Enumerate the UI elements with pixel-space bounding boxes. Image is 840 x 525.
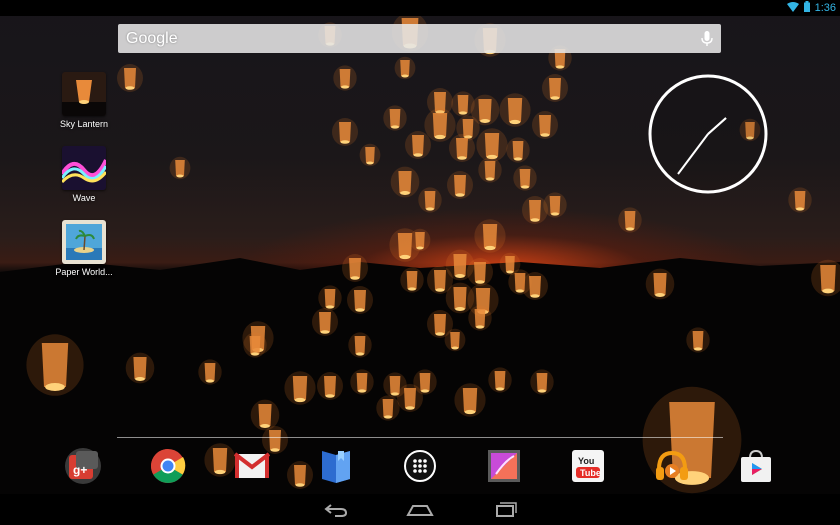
battery-icon (803, 0, 810, 17)
sky-lantern (542, 74, 568, 102)
shortcut-label: Sky Lantern (59, 119, 109, 129)
wifi-icon (786, 0, 799, 17)
sky-lantern (350, 369, 374, 395)
sky-lantern (318, 285, 342, 311)
sky-lantern (287, 461, 313, 489)
sky-lantern (400, 267, 424, 293)
gallery-icon[interactable] (484, 446, 524, 486)
sky-lantern (418, 187, 442, 213)
sky-lantern (618, 207, 642, 233)
sky-lantern (26, 334, 84, 396)
dock-divider (117, 437, 723, 438)
sky-lantern (390, 166, 420, 198)
sky-lantern (468, 305, 492, 331)
google-plus-icon[interactable]: g+ (63, 446, 103, 486)
back-icon[interactable] (321, 500, 351, 520)
sky-lantern (506, 137, 530, 163)
home-icon[interactable] (405, 500, 435, 520)
sky-lantern (317, 372, 343, 400)
sky-lantern (530, 369, 554, 395)
google-logo-text[interactable]: Google (126, 30, 178, 48)
recent-apps-icon[interactable] (490, 500, 520, 520)
youtube-tube-text: Tube (580, 468, 601, 478)
sky-lantern (449, 134, 475, 162)
sky-lantern (811, 259, 840, 297)
sky-lantern (405, 131, 431, 159)
sky-lantern (499, 93, 531, 127)
wave-icon[interactable] (62, 146, 106, 190)
sky-lantern (312, 308, 338, 336)
shortcut-sky-lantern[interactable]: Sky Lantern (49, 72, 119, 129)
sky-lantern (125, 352, 155, 384)
sky-lantern (383, 105, 407, 131)
play-music-icon[interactable] (652, 446, 692, 486)
sky-lantern-icon[interactable] (62, 72, 106, 116)
sky-lantern (522, 272, 548, 300)
sky-lantern (117, 64, 143, 92)
sky-lantern (394, 56, 416, 80)
sky-lantern (522, 196, 548, 224)
sky-lantern (284, 371, 316, 405)
sky-lantern (532, 111, 558, 139)
shortcut-paper-world[interactable]: Paper World... (49, 220, 119, 277)
play-store-icon[interactable] (736, 446, 776, 486)
gplus-text: g+ (73, 463, 87, 477)
sky-lantern (478, 157, 502, 183)
navigation-bar (0, 494, 840, 525)
sky-lantern (347, 286, 373, 314)
sky-lantern (788, 187, 812, 213)
sky-lantern (444, 328, 466, 352)
status-bar: 1:36 (0, 0, 840, 16)
sky-lantern (250, 399, 280, 431)
shortcut-wave[interactable]: Wave (49, 146, 119, 203)
sky-lantern (474, 219, 506, 253)
shortcut-label: Wave (72, 193, 96, 203)
sky-lantern (476, 128, 508, 162)
sky-lantern (513, 165, 537, 191)
sky-lantern (342, 254, 368, 282)
microphone-icon[interactable] (701, 30, 713, 47)
sky-lantern (348, 332, 372, 358)
sky-lantern (424, 108, 456, 142)
youtube-you-text: You (578, 456, 594, 466)
sky-lantern (332, 118, 358, 146)
sky-lantern (488, 367, 512, 393)
sky-lantern (645, 268, 675, 300)
chrome-icon[interactable] (148, 446, 188, 486)
sky-lantern (198, 359, 222, 385)
all-apps-icon[interactable] (400, 446, 440, 486)
sky-lantern (204, 443, 236, 477)
sky-lantern (333, 65, 357, 91)
sky-lantern (447, 171, 473, 199)
paper-world-icon[interactable] (62, 220, 106, 264)
sky-lantern (169, 156, 191, 180)
sky-lantern (543, 192, 567, 218)
sky-lantern (467, 258, 493, 286)
analog-clock-widget[interactable] (648, 74, 768, 194)
sky-lantern (686, 327, 710, 353)
google-search-bar[interactable]: Google (118, 24, 721, 53)
gmail-icon[interactable] (232, 446, 272, 486)
sky-lantern (454, 383, 486, 417)
sky-lantern (359, 143, 381, 167)
play-books-icon[interactable] (316, 446, 356, 486)
youtube-icon[interactable]: You Tube (568, 446, 608, 486)
shortcut-label: Paper World... (55, 267, 113, 277)
status-time: 1:36 (814, 2, 836, 14)
sky-lantern (376, 395, 400, 421)
sky-lantern (413, 369, 437, 395)
sky-lantern (243, 332, 267, 358)
sky-lantern (409, 228, 431, 252)
